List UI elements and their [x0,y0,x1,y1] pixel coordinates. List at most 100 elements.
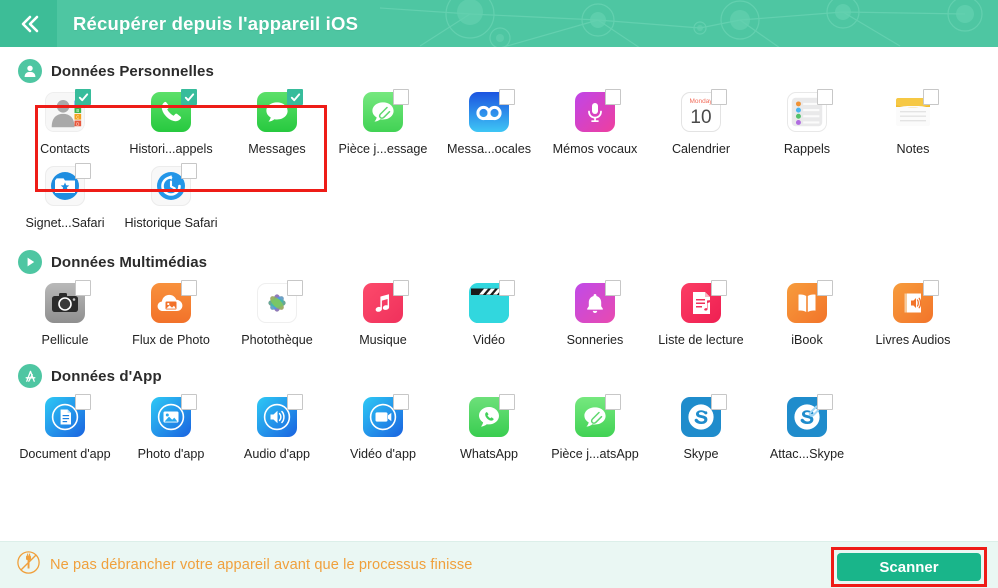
item-label: Pièce j...essage [338,142,428,156]
item-skype[interactable]: Skype [648,388,754,462]
icon-wrap [246,280,308,329]
icon-wrap: Monday 10 [670,89,732,138]
checkbox-voicemail[interactable] [499,89,515,105]
checkbox-safari-history[interactable] [181,163,197,179]
item-label: Histori...appels [129,142,213,156]
icon-wrap [458,394,520,443]
checkbox-whatsapp-attachment[interactable] [605,394,621,410]
item-safari-history[interactable]: Historique Safari [118,157,224,231]
checkbox-message-attachment[interactable] [393,89,409,105]
icon-wrap [776,394,838,443]
checkbox-ringtones[interactable] [605,280,621,296]
checkbox-safari-bookmarks[interactable] [75,163,91,179]
section-title-app: Données d'App [51,367,162,385]
checkbox-messages[interactable] [287,89,303,105]
item-label: Historique Safari [124,216,218,230]
icon-wrap [34,280,96,329]
checkbox-contacts[interactable] [75,89,91,105]
item-label: Liste de lecture [658,333,744,347]
checkbox-photo-stream[interactable] [181,280,197,296]
icon-wrap [352,280,414,329]
checkbox-reminders[interactable] [817,89,833,105]
checkbox-whatsapp[interactable] [499,394,515,410]
item-label: Livres Audios [875,333,951,347]
no-unplug-icon [16,550,41,580]
item-voice-memos[interactable]: Mémos vocaux [542,83,648,157]
checkbox-video[interactable] [499,280,515,296]
item-call-history[interactable]: Histori...appels [118,83,224,157]
checkbox-call-history[interactable] [181,89,197,105]
grid-app: Document d'app Photo d'app Audio d'app V… [0,388,998,462]
item-app-document[interactable]: Document d'app [12,388,118,462]
checkbox-playlist[interactable] [711,280,727,296]
item-label: Photo d'app [137,447,205,461]
item-label: Rappels [783,142,831,156]
item-photo-library[interactable]: Photothèque [224,274,330,348]
item-safari-bookmarks[interactable]: Signet...Safari [12,157,118,231]
recovery-window: Récupérer depuis l'appareil iOS Données … [0,0,998,588]
item-message-attachment[interactable]: Pièce j...essage [330,83,436,157]
checkbox-skype-attachment[interactable] [817,394,833,410]
double-chevron-left-icon [21,15,38,32]
item-whatsapp-attachment[interactable]: Pièce j...atsApp [542,388,648,462]
section-header-personal: Données Personnelles [0,59,998,83]
item-app-photo[interactable]: Photo d'app [118,388,224,462]
item-ibook[interactable]: iBook [754,274,860,348]
item-contacts[interactable]: A B C D Contacts [12,83,118,157]
checkbox-app-document[interactable] [75,394,91,410]
item-camera-roll[interactable]: Pellicule [12,274,118,348]
icon-wrap [140,89,202,138]
scan-button[interactable]: Scanner [837,553,981,581]
item-ringtones[interactable]: Sonneries [542,274,648,348]
page-title: Récupérer depuis l'appareil iOS [73,12,359,34]
item-label: Attac...Skype [769,447,845,461]
item-skype-attachment[interactable]: Attac...Skype [754,388,860,462]
item-label: Skype [683,447,719,461]
icon-wrap [776,89,838,138]
item-photo-stream[interactable]: Flux de Photo [118,274,224,348]
icon-wrap [140,394,202,443]
item-calendar[interactable]: Monday 10 Calendrier [648,83,754,157]
checkbox-calendar[interactable] [711,89,727,105]
checkbox-skype[interactable] [711,394,727,410]
icon-wrap [458,89,520,138]
item-whatsapp[interactable]: WhatsApp [436,388,542,462]
checkbox-photo-library[interactable] [287,280,303,296]
checkbox-app-audio[interactable] [287,394,303,410]
checkbox-camera-roll[interactable] [75,280,91,296]
icon-wrap [246,394,308,443]
section-header-app: Données d'App [0,364,998,388]
item-app-audio[interactable]: Audio d'app [224,388,330,462]
svg-text:B: B [76,108,79,113]
item-label: Calendrier [671,142,731,156]
icon-wrap [670,280,732,329]
checkbox-ibook[interactable] [817,280,833,296]
item-music[interactable]: Musique [330,274,436,348]
item-playlist[interactable]: Liste de lecture [648,274,754,348]
checkbox-voice-memos[interactable] [605,89,621,105]
item-label: Pellicule [41,333,89,347]
checkbox-audiobooks[interactable] [923,280,939,296]
icon-wrap [882,89,944,138]
checkbox-notes[interactable] [923,89,939,105]
icon-wrap [564,280,626,329]
icon-wrap [882,280,944,329]
back-button[interactable] [0,0,57,47]
item-notes[interactable]: Notes [860,83,966,157]
checkbox-music[interactable] [393,280,409,296]
item-audiobooks[interactable]: Livres Audios [860,274,966,348]
item-voicemail[interactable]: Messa...ocales [436,83,542,157]
item-messages[interactable]: Messages [224,83,330,157]
icon-wrap [352,89,414,138]
content-area: Données Personnelles B C D Contacts Hist… [0,47,998,541]
icon-wrap [246,89,308,138]
checkbox-app-photo[interactable] [181,394,197,410]
svg-text:10: 10 [690,107,711,128]
item-reminders[interactable]: Rappels [754,83,860,157]
item-label: Signet...Safari [25,216,105,230]
item-label: Musique [359,333,407,347]
item-app-video[interactable]: Vidéo d'app [330,388,436,462]
checkbox-app-video[interactable] [393,394,409,410]
item-label: Mémos vocaux [552,142,638,156]
item-video[interactable]: Vidéo [436,274,542,348]
